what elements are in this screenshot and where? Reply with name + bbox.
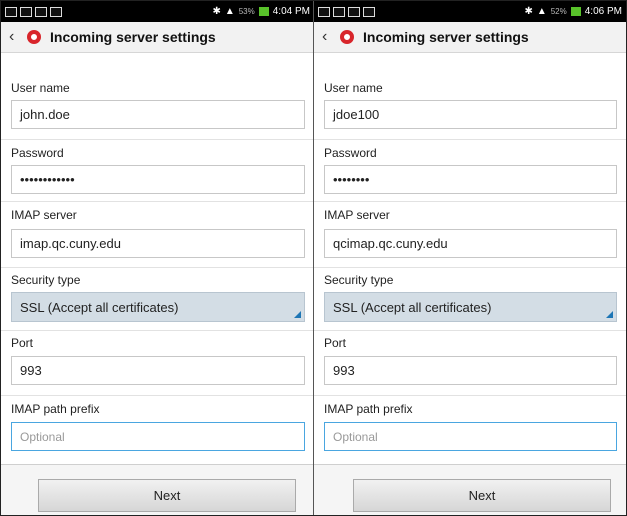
signal-icon: ▲ (536, 6, 547, 17)
bluetooth-icon: ✱ (524, 6, 533, 17)
divider (1, 139, 314, 140)
security-type-select[interactable]: SSL (Accept all certificates) (324, 292, 617, 322)
image-icon (333, 6, 345, 17)
clock: 4:06 PM (584, 6, 622, 17)
next-button[interactable]: Next (353, 479, 611, 512)
app-logo-icon (340, 30, 354, 44)
imap-path-prefix-placeholder: Optional (20, 430, 65, 444)
imap-path-prefix-label: IMAP path prefix (324, 402, 413, 416)
divider (1, 267, 314, 268)
divider (314, 201, 626, 202)
username-field[interactable]: jdoe100 (324, 100, 617, 129)
port-label: Port (324, 336, 347, 350)
password-label: Password (324, 146, 377, 160)
port-field[interactable]: 993 (324, 356, 617, 385)
divider (1, 330, 314, 331)
page-title: Incoming server settings (50, 29, 216, 45)
next-button[interactable]: Next (38, 479, 296, 512)
security-type-value: SSL (Accept all certificates) (20, 300, 179, 315)
imap-server-label: IMAP server (11, 208, 77, 222)
left-screen: ✱ ▲ 53% 4:04 PM ‹ Incoming server settin… (1, 1, 314, 515)
security-type-label: Security type (324, 273, 394, 287)
battery-icon (258, 7, 269, 16)
wifi-icon (5, 6, 17, 17)
footer-bar: Next (1, 464, 314, 515)
right-screen: ✱ ▲ 52% 4:06 PM ‹ Incoming server settin… (314, 1, 626, 515)
imap-server-label: IMAP server (324, 208, 390, 222)
mail-icon (363, 6, 375, 17)
divider (1, 395, 314, 396)
username-field[interactable]: john.doe (11, 100, 305, 129)
divider (314, 330, 626, 331)
notification-icon (35, 6, 47, 17)
imap-path-prefix-field[interactable]: Optional (324, 422, 617, 451)
action-bar: ‹ Incoming server settings (314, 22, 626, 53)
imap-path-prefix-placeholder: Optional (333, 430, 378, 444)
divider (314, 139, 626, 140)
app-logo-icon (27, 30, 41, 44)
password-field[interactable]: •••••••••••• (11, 165, 305, 194)
username-label: User name (11, 81, 70, 95)
security-type-value: SSL (Accept all certificates) (333, 300, 492, 315)
security-type-select[interactable]: SSL (Accept all certificates) (11, 292, 305, 322)
imap-server-field[interactable]: qcimap.qc.cuny.edu (324, 229, 617, 258)
battery-percent: 52% (550, 7, 567, 16)
action-bar: ‹ Incoming server settings (1, 22, 314, 53)
image-icon (20, 6, 32, 17)
screenshot-composite: ✱ ▲ 53% 4:04 PM ‹ Incoming server settin… (0, 0, 627, 516)
dropdown-triangle-icon (294, 311, 301, 318)
imap-path-prefix-field[interactable]: Optional (11, 422, 305, 451)
page-title: Incoming server settings (363, 29, 529, 45)
username-label: User name (324, 81, 383, 95)
imap-server-field[interactable]: imap.qc.cuny.edu (11, 229, 305, 258)
password-field[interactable]: •••••••• (324, 165, 617, 194)
bluetooth-icon: ✱ (212, 6, 221, 17)
status-bar: ✱ ▲ 52% 4:06 PM (314, 1, 626, 22)
divider (314, 395, 626, 396)
port-label: Port (11, 336, 34, 350)
password-label: Password (11, 146, 64, 160)
port-field[interactable]: 993 (11, 356, 305, 385)
wifi-icon (318, 6, 330, 17)
divider (314, 267, 626, 268)
security-type-label: Security type (11, 273, 81, 287)
dropdown-triangle-icon (606, 311, 613, 318)
back-icon[interactable]: ‹ (9, 28, 21, 46)
signal-icon: ▲ (224, 6, 235, 17)
footer-bar: Next (314, 464, 626, 515)
battery-icon (570, 7, 581, 16)
clock: 4:04 PM (272, 6, 310, 17)
notification-icon (348, 6, 360, 17)
status-bar: ✱ ▲ 53% 4:04 PM (1, 1, 314, 22)
imap-path-prefix-label: IMAP path prefix (11, 402, 100, 416)
divider (1, 201, 314, 202)
mail-icon (50, 6, 62, 17)
battery-percent: 53% (238, 7, 255, 16)
back-icon[interactable]: ‹ (322, 28, 334, 46)
